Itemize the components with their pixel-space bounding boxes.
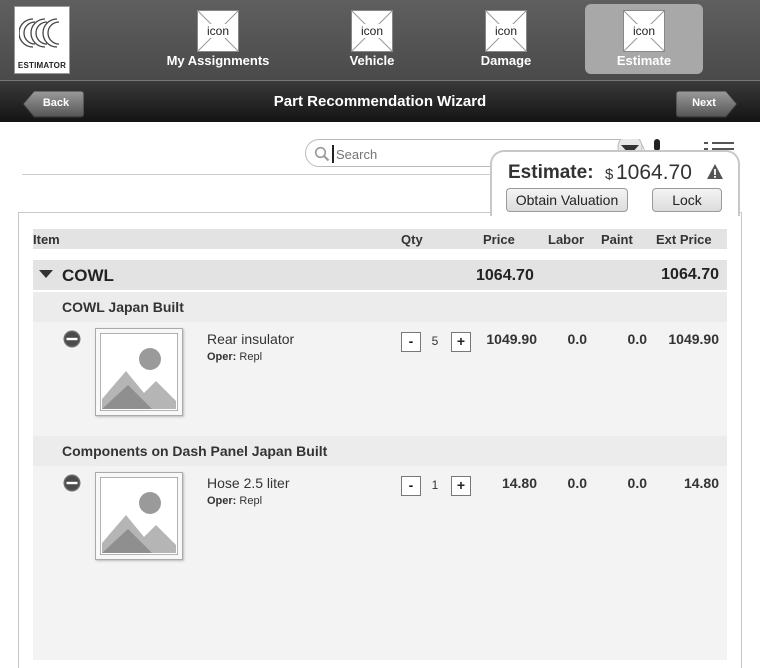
page-title: Part Recommendation Wizard — [273, 93, 487, 110]
estimate-icon: icon — [623, 10, 665, 52]
col-labor: Labor — [548, 232, 585, 247]
tab-label: Vehicle — [349, 53, 395, 68]
part-paint: 0.0 — [627, 331, 647, 347]
part-name: Hose 2.5 liter — [207, 475, 290, 491]
estimate-summary: Estimate: $ 1064.70 Obtain Valuation Loc… — [490, 150, 740, 216]
oper-label: Oper: — [207, 351, 237, 363]
group-ext-price: 1064.70 — [661, 266, 719, 283]
image-placeholder-icon — [100, 477, 178, 555]
parts-panel: Item Qty Price Labor Paint Ext Price COW… — [18, 212, 742, 668]
warning-icon[interactable] — [706, 163, 724, 181]
part-price: 1049.90 — [486, 331, 537, 347]
part-labor: 0.0 — [567, 475, 587, 491]
logo-text: ESTIMATOR — [17, 61, 67, 70]
section-title: Components on Dash Panel Japan Built — [62, 443, 328, 459]
part-name: Rear insulator — [207, 331, 295, 347]
obtain-valuation-button[interactable]: Obtain Valuation — [506, 188, 628, 212]
table-row: Hose 2.5 liter Oper: Repl - 1 + 14.80 0.… — [33, 466, 727, 660]
col-item: Item — [33, 232, 60, 247]
remove-part-icon[interactable] — [63, 474, 81, 492]
tab-vehicle[interactable]: icon Vehicle — [330, 4, 414, 74]
decrease-qty-button[interactable]: - — [401, 476, 421, 496]
lock-button[interactable]: Lock — [652, 188, 722, 212]
qty-value: 5 — [431, 334, 439, 348]
estimate-label: Estimate: — [508, 162, 594, 183]
increase-qty-button[interactable]: + — [451, 332, 471, 352]
part-image — [95, 472, 183, 560]
image-placeholder-icon — [100, 333, 178, 411]
part-operation: Oper: Repl — [207, 351, 262, 363]
col-ext-price: Ext Price — [656, 232, 712, 247]
part-price: 14.80 — [501, 475, 537, 491]
icon-placeholder-label: icon — [486, 24, 526, 38]
col-qty: Qty — [401, 232, 423, 247]
ccc-logo: ESTIMATOR — [14, 6, 70, 74]
increase-qty-button[interactable]: + — [451, 476, 471, 496]
section-header: COWL Japan Built — [33, 292, 727, 322]
app-window: ESTIMATOR icon My Assignments icon Vehic… — [0, 0, 760, 668]
next-button[interactable]: Next — [676, 90, 738, 118]
part-labor: 0.0 — [567, 331, 587, 347]
table-header: Item Qty Price Labor Paint Ext Price — [33, 229, 727, 249]
icon-placeholder-label: icon — [352, 24, 392, 38]
col-price: Price — [483, 232, 515, 247]
decrease-qty-button[interactable]: - — [401, 332, 421, 352]
section-title: COWL Japan Built — [62, 299, 184, 315]
tab-estimate[interactable]: icon Estimate — [585, 4, 703, 74]
search-icon — [314, 146, 330, 162]
part-image — [95, 328, 183, 416]
oper-value: Repl — [239, 351, 263, 363]
section-header: Components on Dash Panel Japan Built — [33, 436, 727, 466]
tab-damage[interactable]: icon Damage — [464, 4, 548, 74]
top-navigation: ESTIMATOR icon My Assignments icon Vehic… — [0, 0, 760, 80]
vehicle-icon: icon — [351, 10, 393, 52]
group-row-cowl[interactable]: COWL 1064.70 1064.70 — [33, 260, 727, 290]
next-label: Next — [692, 97, 716, 109]
collapse-triangle-icon[interactable] — [39, 270, 53, 278]
group-name: COWL — [62, 266, 114, 285]
title-bar: Back Part Recommendation Wizard Next — [0, 80, 760, 122]
tab-label: My Assignments — [166, 53, 270, 68]
qty-value: 1 — [431, 478, 439, 492]
table-row: Rear insulator Oper: Repl - 5 + 1049.90 … — [33, 322, 727, 436]
part-ext-price: 14.80 — [683, 475, 719, 491]
icon-placeholder-label: icon — [624, 24, 664, 38]
part-operation: Oper: Repl — [207, 495, 262, 507]
icon-placeholder-label: icon — [198, 24, 238, 38]
tab-my-assignments[interactable]: icon My Assignments — [166, 4, 270, 74]
estimate-currency: $ — [605, 166, 614, 183]
remove-part-icon[interactable] — [63, 330, 81, 348]
col-paint: Paint — [601, 232, 633, 247]
oper-value: Repl — [239, 495, 263, 507]
tab-label: Damage — [480, 53, 532, 68]
oper-label: Oper: — [207, 495, 237, 507]
damage-icon: icon — [485, 10, 527, 52]
group-price: 1064.70 — [476, 267, 534, 284]
tab-label: Estimate — [616, 53, 672, 68]
estimate-amount: 1064.70 — [616, 161, 692, 184]
part-ext-price: 1049.90 — [668, 331, 719, 347]
my-assignments-icon: icon — [197, 10, 239, 52]
ccc-rings-icon — [19, 18, 60, 48]
part-paint: 0.0 — [627, 475, 647, 491]
